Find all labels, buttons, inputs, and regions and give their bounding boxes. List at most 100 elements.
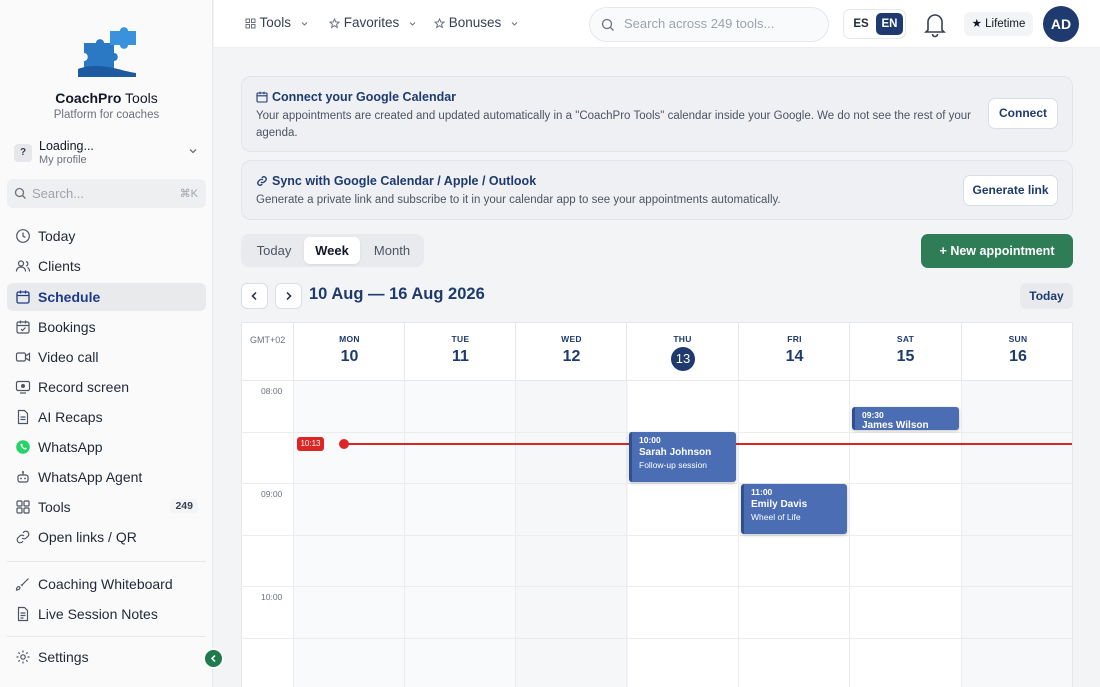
new-appointment-button[interactable]: + New appointment <box>921 234 1073 268</box>
sidebar-item-today[interactable]: Today <box>7 222 206 250</box>
day-header-sat[interactable]: SAT 15 <box>849 323 961 381</box>
event-name: Sarah Johnson <box>639 447 712 458</box>
sidebar-item-record-screen[interactable]: Record screen <box>7 373 206 401</box>
next-week-button[interactable] <box>275 283 302 309</box>
sidebar-item-settings[interactable]: Settings <box>7 643 206 671</box>
menu-favorites[interactable]: Favorites <box>328 15 416 30</box>
day-name: SUN <box>1008 334 1028 344</box>
day-name: MON <box>339 334 360 344</box>
hour-label: 08:00 <box>261 386 283 396</box>
sidebar-item-ai-recaps[interactable]: AI Recaps <box>7 403 206 431</box>
sidebar-divider <box>7 636 206 637</box>
day-header-tue[interactable]: TUE 11 <box>404 323 516 381</box>
event-name: James Wilson <box>862 420 929 430</box>
google-card-description: Your appointments are created and update… <box>256 110 971 139</box>
profile-switcher[interactable]: ? Loading... My profile <box>10 137 206 169</box>
day-header-sun[interactable]: SUN 16 <box>961 323 1072 381</box>
sidebar-item-open-links[interactable]: Open links / QR <box>7 523 206 551</box>
sidebar-item-schedule[interactable]: Schedule <box>7 283 206 311</box>
video-icon <box>15 352 31 362</box>
sidebar-item-clients[interactable]: Clients <box>7 252 206 280</box>
sidebar-item-label: Today <box>38 228 76 244</box>
calendar-icon <box>16 290 30 304</box>
grid-line <box>242 638 1072 639</box>
grid-line <box>242 380 1072 381</box>
sidebar-item-video-call[interactable]: Video call <box>7 343 206 371</box>
user-avatar[interactable]: AD <box>1043 6 1079 42</box>
clock-icon <box>16 229 30 243</box>
google-card-title: Connect your Google Calendar <box>256 90 456 104</box>
grid-line <box>738 381 739 687</box>
brush-icon <box>15 578 29 591</box>
sidebar-item-whatsapp-agent[interactable]: WhatsApp Agent <box>7 463 206 491</box>
whatsapp-icon <box>16 440 30 454</box>
record-screen-icon <box>15 380 31 394</box>
lang-es-button[interactable]: ES <box>848 13 874 35</box>
week-calendar: GMT+02 MON 10 TUE 11 WED 12 THU 13 FRI 14 SAT… <box>241 322 1073 687</box>
global-search-input[interactable] <box>624 16 819 31</box>
day-header-wed[interactable]: WED 12 <box>515 323 627 381</box>
hour-label: 10:00 <box>261 592 283 602</box>
sidebar-item-whatsapp[interactable]: WhatsApp <box>7 433 206 461</box>
search-icon <box>14 187 26 199</box>
sidebar-search[interactable]: Search... ⌘K <box>7 179 206 208</box>
day-header-fri[interactable]: FRI 14 <box>738 323 850 381</box>
event-james-wilson[interactable]: 09:30 James Wilson <box>852 407 959 430</box>
day-name: SAT <box>896 334 915 344</box>
link-icon <box>257 176 267 186</box>
day-header-mon[interactable]: MON 10 <box>293 323 405 381</box>
day-name: THU <box>673 334 692 344</box>
profile-name: Loading... <box>39 139 94 153</box>
star-icon <box>433 17 446 29</box>
sidebar-item-label: Coaching Whiteboard <box>38 576 173 592</box>
sidebar-item-coaching-whiteboard[interactable]: Coaching Whiteboard <box>7 570 206 598</box>
day-number: 16 <box>1009 348 1027 365</box>
chevron-left-icon <box>251 291 257 301</box>
tab-month[interactable]: Month <box>362 237 422 264</box>
sidebar-item-label: Clients <box>38 258 81 274</box>
event-description: Wheel of Life <box>751 512 801 522</box>
chevron-down-icon <box>511 22 518 26</box>
go-today-button[interactable]: Today <box>1020 283 1073 309</box>
view-switcher: Today Week Month <box>241 234 424 267</box>
profile-avatar: ? <box>14 144 32 162</box>
sidebar-item-label: Tools <box>38 499 71 515</box>
event-sarah-johnson[interactable]: 10:00 Sarah Johnson Follow-up session <box>629 432 736 482</box>
brand-subtitle: Platform for coaches <box>53 109 160 121</box>
grid-line <box>515 381 516 687</box>
lang-en-button[interactable]: EN <box>876 13 903 35</box>
day-name: FRI <box>787 334 802 344</box>
sidebar-item-label: Bookings <box>38 319 96 335</box>
generate-link-button[interactable]: Generate link <box>963 175 1058 206</box>
sidebar-item-label: Live Session Notes <box>38 606 158 622</box>
menu-favorites-label: Favorites <box>343 15 400 30</box>
sidebar-item-bookings[interactable]: Bookings <box>7 313 206 341</box>
menu-tools[interactable]: Tools <box>245 15 308 30</box>
connect-button[interactable]: Connect <box>988 98 1058 129</box>
collapse-sidebar-button[interactable] <box>203 648 224 669</box>
sidebar-item-label: Video call <box>38 349 99 365</box>
profile-subtitle: My profile <box>39 154 87 166</box>
menu-bonuses[interactable]: Bonuses <box>433 15 518 30</box>
global-search[interactable] <box>589 7 829 42</box>
sidebar-item-live-session-notes[interactable]: Live Session Notes <box>7 600 206 628</box>
menu-bonuses-label: Bonuses <box>448 15 502 30</box>
search-shortcut: ⌘K <box>179 188 198 200</box>
sidebar-item-tools[interactable]: Tools 249 <box>7 493 206 521</box>
star-icon <box>328 17 341 29</box>
event-description: Follow-up session <box>639 460 708 470</box>
day-number: 11 <box>452 348 469 365</box>
tab-week[interactable]: Week <box>304 237 360 264</box>
event-emily-davis[interactable]: 11:00 Emily Davis Wheel of Life <box>741 484 847 534</box>
users-icon <box>15 260 31 272</box>
hour-label: 09:00 <box>261 489 283 499</box>
tab-today[interactable]: Today <box>244 237 304 264</box>
chevron-down-icon <box>189 149 197 154</box>
day-header-thu[interactable]: THU 13 <box>626 323 738 381</box>
timezone-label: GMT+02 <box>250 335 286 345</box>
sync-card-title: Sync with Google Calendar / Apple / Outl… <box>256 174 536 188</box>
bell-icon[interactable] <box>920 9 950 39</box>
sidebar-item-label: Record screen <box>38 379 130 395</box>
sidebar-item-label: AI Recaps <box>38 409 103 425</box>
prev-week-button[interactable] <box>241 283 268 309</box>
